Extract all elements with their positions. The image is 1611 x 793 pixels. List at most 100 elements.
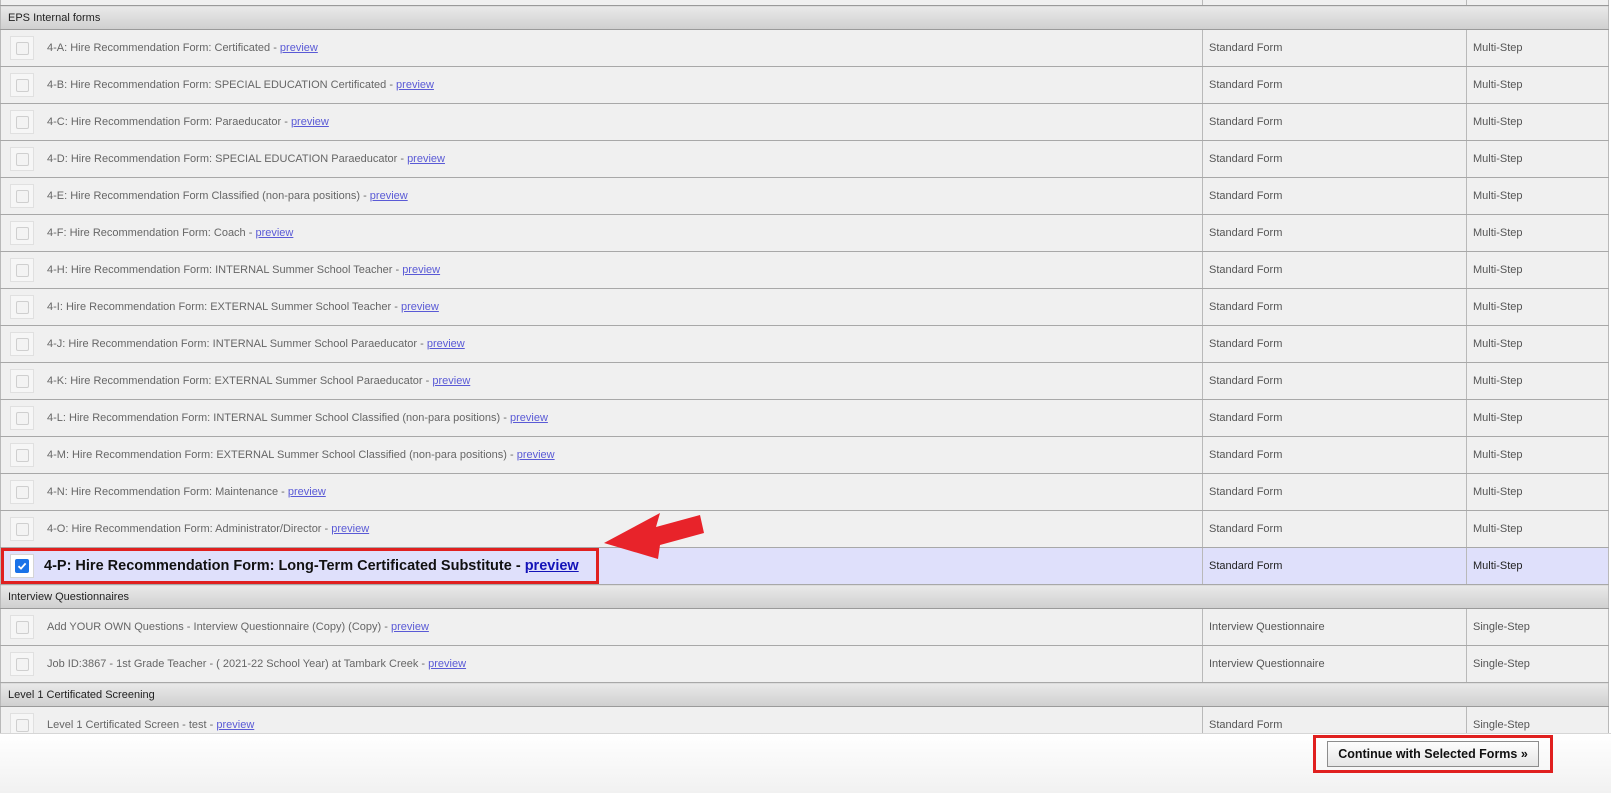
preview-link[interactable]: preview	[291, 116, 329, 128]
table-row: 4-A: Hire Recommendation Form: Certifica…	[0, 29, 1609, 67]
form-checkbox[interactable]	[10, 480, 34, 504]
form-checkbox[interactable]	[10, 258, 34, 282]
form-name-cell: 4-N: Hire Recommendation Form: Maintenan…	[0, 473, 1203, 511]
preview-link[interactable]: preview	[216, 719, 254, 731]
form-type-cell: Standard Form	[1202, 510, 1467, 548]
group-header-row: Interview Questionnaires	[0, 584, 1609, 609]
checkbox-box	[15, 226, 29, 240]
form-steps-cell: Multi-Step	[1466, 288, 1609, 326]
form-name-text: 4-A: Hire Recommendation Form: Certifica…	[47, 42, 271, 54]
form-checkbox[interactable]	[10, 332, 34, 356]
form-name-cell: 4-D: Hire Recommendation Form: SPECIAL E…	[0, 140, 1203, 178]
preview-link[interactable]: preview	[401, 301, 439, 313]
checkbox-box	[15, 411, 29, 425]
table-row: 4-L: Hire Recommendation Form: INTERNAL …	[0, 399, 1609, 437]
table-row: 4-E: Hire Recommendation Form Classified…	[0, 177, 1609, 215]
preview-link[interactable]: preview	[510, 412, 548, 424]
form-name-label: 4-L: Hire Recommendation Form: INTERNAL …	[47, 412, 548, 424]
table-row: 4-I: Hire Recommendation Form: EXTERNAL …	[0, 288, 1609, 326]
form-steps-cell: Multi-Step	[1466, 436, 1609, 474]
form-name-cell: Add YOUR OWN Questions - Interview Quest…	[0, 608, 1203, 646]
preview-link[interactable]: preview	[288, 486, 326, 498]
form-name-text: 4-C: Hire Recommendation Form: Paraeduca…	[47, 116, 282, 128]
checkbox-box	[15, 115, 29, 129]
form-name-cell: 4-E: Hire Recommendation Form Classified…	[0, 177, 1203, 215]
form-type-cell: Standard Form	[1202, 288, 1467, 326]
form-checkbox[interactable]	[10, 73, 34, 97]
form-name-text: Add YOUR OWN Questions - Interview Quest…	[47, 621, 382, 633]
continue-button[interactable]: Continue with Selected Forms »	[1327, 741, 1539, 767]
form-checkbox[interactable]	[10, 295, 34, 319]
form-steps-cell: Multi-Step	[1466, 214, 1609, 252]
form-name-label: 4-E: Hire Recommendation Form Classified…	[47, 190, 408, 202]
name-separator: -	[321, 523, 332, 535]
form-name-label: 4-P: Hire Recommendation Form: Long-Term…	[44, 558, 579, 574]
name-separator: -	[360, 190, 370, 202]
preview-link[interactable]: preview	[402, 264, 440, 276]
form-checkbox[interactable]	[10, 406, 34, 430]
checkbox-box	[15, 41, 29, 55]
footer-bar: Continue with Selected Forms »	[0, 733, 1611, 793]
form-type-cell: Standard Form	[1202, 362, 1467, 400]
checkbox-box	[15, 263, 29, 277]
name-separator: -	[270, 42, 280, 54]
form-name-cell: 4-F: Hire Recommendation Form: Coach - p…	[0, 214, 1203, 252]
form-checkbox[interactable]	[10, 615, 34, 639]
form-name-wrap: 4-K: Hire Recommendation Form: EXTERNAL …	[1, 363, 1202, 399]
form-name-label: 4-I: Hire Recommendation Form: EXTERNAL …	[47, 301, 439, 313]
form-checkbox[interactable]	[10, 554, 34, 578]
preview-link[interactable]: preview	[427, 338, 465, 350]
table-row: 4-N: Hire Recommendation Form: Maintenan…	[0, 473, 1609, 511]
table-row: 4-P: Hire Recommendation Form: Long-Term…	[0, 547, 1609, 585]
table-row: Job ID:3867 - 1st Grade Teacher - ( 2021…	[0, 645, 1609, 683]
form-type-cell: Interview Questionnaire	[1202, 645, 1467, 683]
form-name-label: 4-F: Hire Recommendation Form: Coach - p…	[47, 227, 293, 239]
table-row: 4-J: Hire Recommendation Form: INTERNAL …	[0, 325, 1609, 363]
form-steps-cell: Multi-Step	[1466, 399, 1609, 437]
preview-link[interactable]: preview	[280, 42, 318, 54]
name-separator: -	[506, 449, 517, 461]
checkbox-box	[15, 300, 29, 314]
preview-link[interactable]: preview	[525, 558, 579, 574]
name-separator: -	[392, 264, 403, 276]
form-name-wrap: 4-I: Hire Recommendation Form: EXTERNAL …	[1, 289, 1202, 325]
group-title: EPS Internal forms	[0, 5, 1609, 30]
preview-link[interactable]: preview	[432, 375, 470, 387]
form-checkbox[interactable]	[10, 147, 34, 171]
form-checkbox[interactable]	[10, 369, 34, 393]
preview-link[interactable]: preview	[428, 658, 466, 670]
preview-link[interactable]: preview	[396, 79, 434, 91]
form-steps-cell: Single-Step	[1466, 608, 1609, 646]
checkmark-icon	[15, 559, 29, 573]
form-checkbox[interactable]	[10, 443, 34, 467]
form-name-text: 4-E: Hire Recommendation Form Classified…	[47, 190, 361, 202]
preview-link[interactable]: preview	[391, 621, 429, 633]
form-checkbox[interactable]	[10, 652, 34, 676]
name-separator: -	[511, 558, 525, 574]
preview-link[interactable]: preview	[407, 153, 445, 165]
form-name-cell: 4-C: Hire Recommendation Form: Paraeduca…	[0, 103, 1203, 141]
preview-link[interactable]: preview	[517, 449, 555, 461]
name-separator: -	[418, 658, 429, 670]
form-name-text: 4-N: Hire Recommendation Form: Maintenan…	[47, 486, 279, 498]
checkbox-box	[15, 374, 29, 388]
forms-table: EPS Internal forms 4-A: Hire Recommendati…	[0, 0, 1609, 744]
checkbox-box	[15, 522, 29, 536]
form-checkbox[interactable]	[10, 110, 34, 134]
form-checkbox[interactable]	[10, 36, 34, 60]
form-steps-cell: Multi-Step	[1466, 177, 1609, 215]
form-name-text: 4-L: Hire Recommendation Form: INTERNAL …	[47, 412, 501, 424]
preview-link[interactable]: preview	[255, 227, 293, 239]
preview-link[interactable]: preview	[331, 523, 369, 535]
form-checkbox[interactable]	[10, 517, 34, 541]
name-separator: -	[245, 227, 256, 239]
form-name-wrap: 4-E: Hire Recommendation Form Classified…	[1, 178, 1202, 214]
preview-link[interactable]: preview	[370, 190, 408, 202]
form-name-label: 4-D: Hire Recommendation Form: SPECIAL E…	[47, 153, 445, 165]
form-name-text: 4-K: Hire Recommendation Form: EXTERNAL …	[47, 375, 423, 387]
form-checkbox[interactable]	[10, 184, 34, 208]
form-name-text: Level 1 Certificated Screen - test	[47, 719, 207, 731]
form-name-text: 4-I: Hire Recommendation Form: EXTERNAL …	[47, 301, 392, 313]
checkbox-box	[15, 448, 29, 462]
form-checkbox[interactable]	[10, 221, 34, 245]
